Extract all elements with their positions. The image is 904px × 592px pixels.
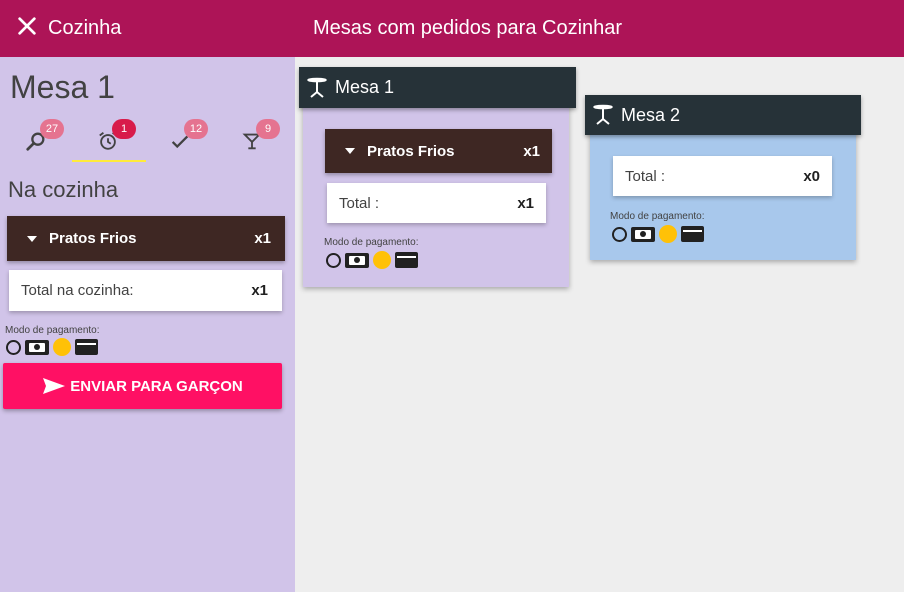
card-1-payment-label: Modo de pagamento: — [324, 237, 419, 248]
card-1-total-count: x1 — [517, 194, 534, 212]
table-icon — [307, 77, 327, 98]
total-box: Total na cozinha: x1 — [9, 270, 282, 311]
mesa-card-2-title: Mesa 2 — [621, 104, 681, 125]
card-2-total-count: x0 — [803, 167, 820, 185]
credit-card-icon[interactable] — [395, 252, 418, 268]
main-title-bar: Mesas com pedidos para Cozinhar — [295, 0, 904, 57]
sidebar: Mesa 1 27 1 12 9 Na cozinha Pratos Frios… — [0, 57, 295, 592]
tab-search[interactable]: 27 — [0, 117, 72, 165]
cash-icon[interactable] — [631, 226, 655, 242]
credit-card-icon[interactable] — [75, 339, 98, 355]
category-count: x1 — [254, 230, 271, 247]
section-title: Na cozinha — [8, 177, 119, 202]
status-tabs: 27 1 12 9 — [0, 117, 295, 165]
card-2-payment-label: Modo de pagamento: — [610, 211, 705, 222]
send-button-label: ENVIAR PARA GARÇON — [70, 377, 243, 395]
tab-badge-search: 27 — [40, 119, 64, 139]
category-bar[interactable]: Pratos Frios x1 — [7, 216, 285, 261]
payment-radio[interactable] — [612, 226, 627, 242]
app-bar-left: Cozinha — [0, 0, 295, 57]
card-1-total-box: Total : x1 — [327, 183, 546, 223]
sidebar-mesa-title: Mesa 1 — [10, 69, 115, 105]
coin-icon[interactable] — [373, 251, 391, 269]
main-title: Mesas com pedidos para Cozinhar — [313, 17, 623, 39]
category-name: Pratos Frios — [49, 230, 137, 247]
card-1-total-label: Total : — [339, 194, 380, 212]
cash-icon[interactable] — [25, 339, 49, 355]
payment-radio[interactable] — [326, 252, 341, 268]
caret-down-icon — [345, 148, 355, 154]
utensils-icon — [16, 15, 38, 42]
card-1-payment-options — [326, 251, 418, 269]
card-1-category-count: x1 — [523, 142, 540, 160]
credit-card-icon[interactable] — [681, 226, 704, 242]
card-2-payment-options — [612, 225, 704, 243]
active-tab-indicator — [72, 160, 146, 162]
send-to-waiter-button[interactable]: ENVIAR PARA GARÇON — [3, 363, 282, 409]
coin-icon[interactable] — [659, 225, 677, 243]
mesa-card-2-header[interactable]: Mesa 2 — [585, 95, 861, 135]
total-count: x1 — [251, 282, 268, 299]
tab-badge-cooking: 1 — [112, 119, 136, 139]
tab-done[interactable]: 12 — [144, 117, 216, 165]
app-title: Cozinha — [48, 17, 122, 39]
mesa-card-1[interactable]: Pratos Frios x1 Total : x1 Modo de pagam… — [303, 93, 569, 287]
cash-icon[interactable] — [345, 252, 369, 268]
payment-label: Modo de pagamento: — [5, 325, 100, 336]
tab-badge-drinks: 9 — [256, 119, 280, 139]
total-label: Total na cozinha: — [21, 282, 134, 299]
payment-radio[interactable] — [6, 339, 21, 355]
card-1-category-name: Pratos Frios — [367, 142, 455, 160]
table-icon — [593, 104, 613, 125]
send-icon — [43, 378, 66, 394]
mesa-card-1-header[interactable]: Mesa 1 — [299, 67, 576, 108]
tab-badge-done: 12 — [184, 119, 208, 139]
tab-drinks[interactable]: 9 — [216, 117, 288, 165]
mesa-card-2[interactable]: Total : x0 Modo de pagamento: — [590, 122, 856, 260]
caret-down-icon — [27, 235, 37, 242]
card-1-category-bar[interactable]: Pratos Frios x1 — [325, 129, 552, 173]
card-2-total-box: Total : x0 — [613, 156, 832, 196]
mesa-card-1-title: Mesa 1 — [335, 77, 395, 97]
coin-icon[interactable] — [53, 338, 71, 356]
tab-cooking[interactable]: 1 — [72, 117, 144, 165]
card-2-total-label: Total : — [625, 167, 666, 185]
payment-options — [6, 338, 98, 356]
